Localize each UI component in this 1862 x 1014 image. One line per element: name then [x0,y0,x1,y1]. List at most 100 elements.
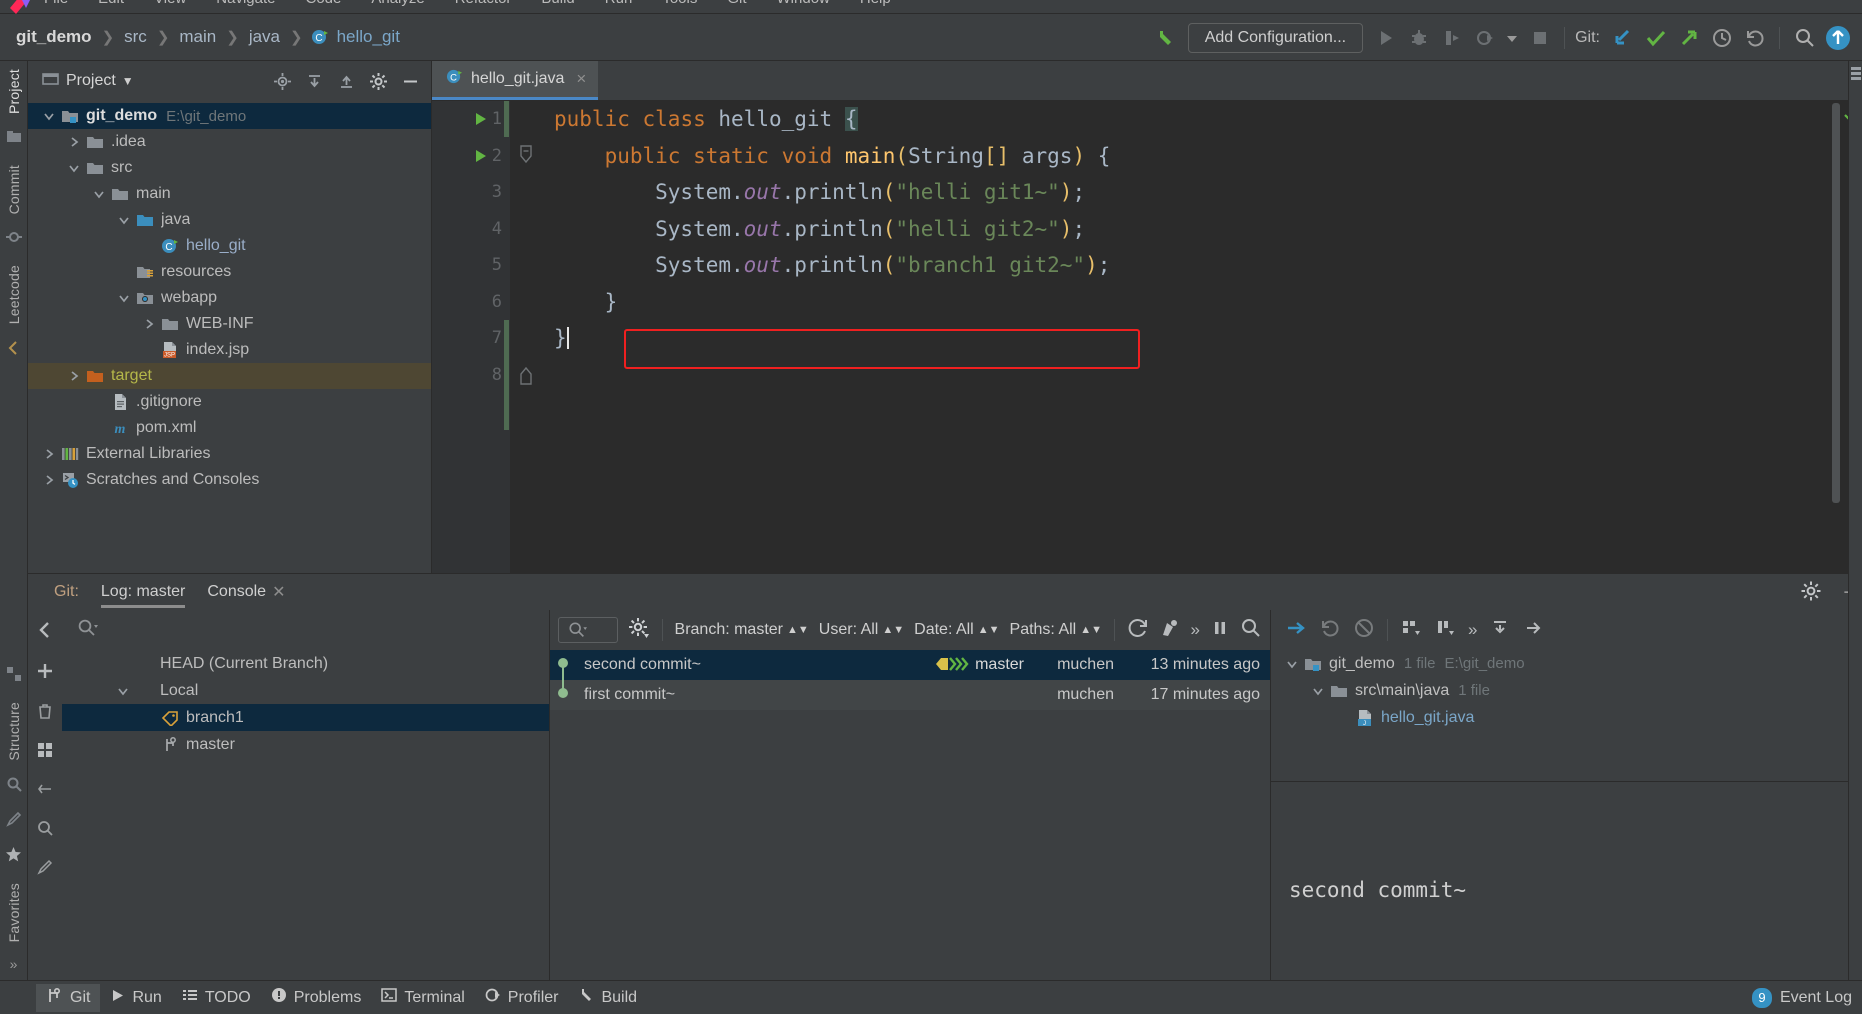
filter-date[interactable]: Date: All ▲▼ [914,621,999,639]
editor-vertical-scrollbar[interactable] [1832,103,1840,503]
chevron-down-icon[interactable] [113,292,135,304]
favorites-star-icon[interactable] [5,846,22,868]
chevron-down-icon[interactable] [38,110,60,122]
jump-to-source-icon[interactable] [1285,617,1307,644]
commit-row[interactable]: first commit~ muchen 17 minutes ago [550,677,1270,710]
tree-node-resources[interactable]: resources [28,259,431,285]
run-method-gutter-icon[interactable] [470,138,490,175]
git-push-icon[interactable] [1672,22,1705,54]
menu-analyze[interactable]: Analyze [371,0,424,6]
close-icon[interactable]: × [576,69,586,89]
pause-icon[interactable] [1210,618,1230,643]
menu-view[interactable]: View [154,0,186,6]
run-icon[interactable] [1369,22,1402,54]
fold-collapse-icon[interactable] [518,145,534,170]
find-icon[interactable] [6,776,22,797]
tab-console[interactable]: Console ✕ [207,574,285,610]
git-commit-icon[interactable] [1639,22,1672,54]
collapse-icon[interactable] [36,780,54,803]
chevron-down-icon[interactable] [1501,22,1523,54]
run-coverage-icon[interactable] [1435,22,1468,54]
sidebar-item-project[interactable]: Project [6,61,22,122]
profile-icon[interactable] [1468,22,1501,54]
chevron-right-icon[interactable] [138,318,160,330]
breadcrumb-item-java[interactable]: java [247,27,282,47]
sidebar-item-structure[interactable]: Structure [6,694,22,769]
delete-icon[interactable] [36,702,54,725]
chevron-right-icon[interactable] [38,474,60,486]
event-log-label[interactable]: Event Log [1780,989,1852,1007]
breadcrumb-item-src[interactable]: src [122,27,149,47]
editor-tab-hello-git[interactable]: C hello_git.java × [432,61,599,100]
tree-node-target[interactable]: target [28,363,431,389]
menu-tools[interactable]: Tools [662,0,697,6]
log-search-input[interactable] [558,617,618,643]
grid-icon[interactable] [36,741,54,764]
close-icon[interactable]: ✕ [272,582,285,602]
tree-node--idea[interactable]: .idea [28,129,431,155]
add-configuration-button[interactable]: Add Configuration... [1187,22,1364,53]
maven-panel-icon[interactable] [1850,65,1862,104]
chevron-down-icon[interactable]: ▼ [122,74,134,88]
debug-icon[interactable] [1402,22,1435,54]
tree-node-web-inf[interactable]: WEB-INF [28,311,431,337]
tree-node-scratches-and-consoles[interactable]: Scratches and Consoles [28,467,431,493]
menu-code[interactable]: Code [305,0,341,6]
more-icon[interactable]: » [1191,620,1200,640]
tree-node-external-libraries[interactable]: External Libraries [28,441,431,467]
status-tool-git[interactable]: Git [36,983,101,1012]
menu-refactor[interactable]: Refactor [455,0,512,6]
chevron-down-icon[interactable] [112,685,134,697]
menu-file[interactable]: File [44,0,68,6]
hide-panel-icon[interactable] [395,67,425,95]
tree-node-index-jsp[interactable]: JSP index.jsp [28,337,431,363]
branch-item-master[interactable]: master [62,731,549,758]
tree-node-java[interactable]: java [28,207,431,233]
sidebar-item-commit[interactable]: Commit [6,157,22,222]
build-icon[interactable] [1149,22,1182,54]
code-text[interactable]: public class hello_git { public static v… [544,101,1840,573]
branch-item-branch1[interactable]: branch1 [62,704,549,731]
refresh-icon[interactable] [1127,617,1149,644]
branch-search-input[interactable] [76,617,496,643]
git-rollback-icon[interactable] [1738,22,1771,54]
code-editor[interactable]: 12345678 public class hello_git {public… [432,101,1862,573]
chevron-down-icon[interactable] [63,162,85,174]
expand-all-icon[interactable] [299,67,329,95]
menu-edit[interactable]: Edit [98,0,124,6]
rollback-icon[interactable] [1353,617,1375,644]
settings-gear-icon[interactable] [1800,580,1822,607]
more-icon[interactable]: » [1468,620,1477,640]
status-tool-build[interactable]: Build [568,984,647,1011]
search-icon[interactable] [1240,617,1262,644]
collapse-left-icon[interactable] [35,620,55,645]
status-tool-run[interactable]: Run [100,985,171,1011]
chevron-down-icon[interactable] [113,214,135,226]
tree-node--gitignore[interactable]: .gitignore [28,389,431,415]
editor-fold-column[interactable] [510,101,544,573]
menu-build[interactable]: Build [541,0,574,6]
leetcode-icon[interactable] [6,340,22,361]
branch-item-head--current-branch-[interactable]: HEAD (Current Branch) [62,650,549,677]
status-tool-todo[interactable]: TODO [172,984,261,1011]
event-log-area[interactable]: 9 Event Log [1751,987,1852,1008]
filter-user[interactable]: User: All ▲▼ [819,621,904,639]
commit-row[interactable]: second commit~ master muchen 13 minutes ago [550,650,1270,680]
breadcrumb-item-class[interactable]: hello_git [335,27,402,47]
revert-icon[interactable] [1319,617,1341,644]
menu-window[interactable]: Window [777,0,830,6]
git-history-icon[interactable] [1705,22,1738,54]
structure-panel-icon[interactable] [6,666,22,687]
tree-node-hello-git[interactable]: Chello_git [28,233,431,259]
changed-file-node[interactable]: src\main\java 1 file [1271,677,1862,704]
settings-gear-icon[interactable] [363,67,393,95]
upload-icon[interactable] [1821,22,1854,54]
project-panel-icon[interactable] [6,129,22,150]
log-settings-gear-icon[interactable] [628,617,650,644]
chevron-down-icon[interactable] [1281,658,1303,670]
menu-run[interactable]: Run [605,0,633,6]
group-by-directory-icon[interactable] [1400,617,1422,644]
tree-node-pom-xml[interactable]: m pom.xml [28,415,431,441]
edit-icon[interactable] [36,858,54,881]
tree-node-git-demo[interactable]: git_demo E:\git_demo [28,103,431,129]
